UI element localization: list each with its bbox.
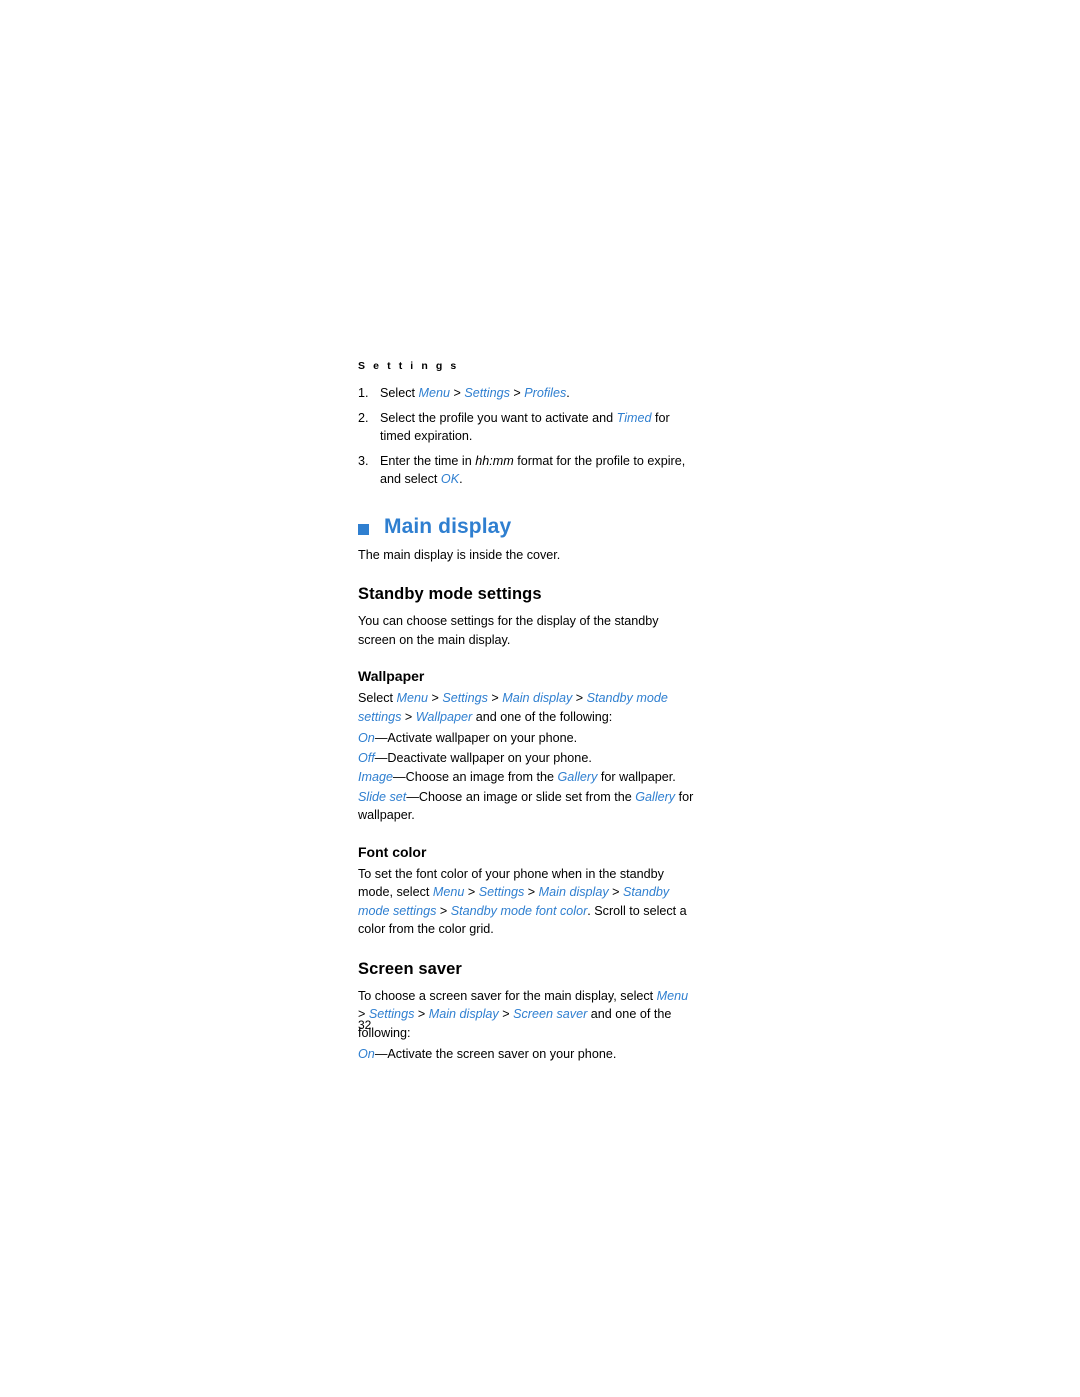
screen-saver-path: To choose a screen saver for the main di… (358, 988, 689, 1040)
wallpaper-option-off: Off—Deactivate wallpaper on your phone. (358, 750, 592, 765)
section-heading-label: Main display (384, 514, 512, 538)
page-number: 32 (358, 1018, 372, 1032)
step-number: 3. (358, 453, 369, 468)
step-number: 1. (358, 386, 369, 400)
list-item: 1. Select Menu > Settings > Profiles. (358, 384, 698, 403)
standby-intro: You can choose settings for the display … (358, 614, 659, 647)
wallpaper-option-on: On—Activate wallpaper on your phone. (358, 731, 578, 745)
square-bullet-icon (358, 523, 369, 535)
subheading-standby-mode-settings: Standby mode settings (358, 585, 542, 603)
step-text: Enter the time in hh:mm format for the p… (380, 453, 686, 487)
list-item: 3. Enter the time in hh:mm format for th… (358, 452, 698, 489)
step-text: Select Menu > Settings > Profiles. (380, 386, 570, 400)
subheading-screen-saver: Screen saver (358, 959, 462, 978)
screen-saver-option-on: On—Activate the screen saver on your pho… (358, 1047, 617, 1061)
subheading-font-color: Font color (358, 843, 427, 860)
font-color-text: To set the font color of your phone when… (358, 866, 687, 937)
list-item: 2. Select the profile you want to activa… (358, 409, 698, 446)
main-display-intro: The main display is inside the cover. (358, 547, 561, 562)
running-head: S e t t i n g s (358, 360, 459, 372)
numbered-step-list: 1. Select Menu > Settings > Profiles. 2.… (358, 384, 698, 489)
subheading-wallpaper: Wallpaper (358, 668, 425, 684)
wallpaper-path: Select Menu > Settings > Main display > … (358, 691, 668, 724)
step-number: 2. (358, 410, 369, 425)
page-content: S e t t i n g s 1. Select Menu > Setting… (358, 360, 698, 1065)
section-heading-main-display: Main display (358, 515, 698, 539)
step-text: Select the profile you want to activate … (380, 410, 670, 444)
document-page: S e t t i n g s 1. Select Menu > Setting… (0, 0, 1080, 1397)
wallpaper-option-slide-set: Slide set—Choose an image or slide set f… (358, 789, 694, 823)
wallpaper-option-image: Image—Choose an image from the Gallery f… (358, 770, 676, 784)
